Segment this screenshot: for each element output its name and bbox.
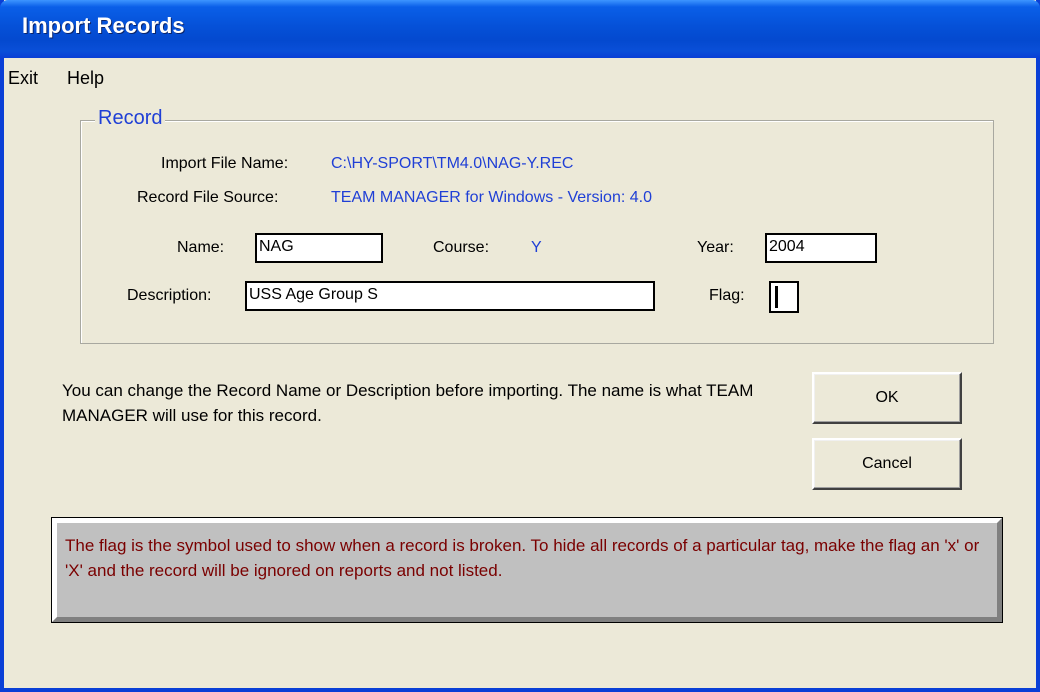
name-label: Name:: [177, 239, 225, 256]
import-file-label: Import File Name:: [161, 155, 289, 172]
menu-help[interactable]: Help: [67, 68, 104, 89]
import-file-value: C:\HY-SPORT\TM4.0\NAG-Y.REC: [331, 155, 574, 172]
title-bar[interactable]: Import Records: [0, 0, 1040, 58]
window-title: Import Records: [22, 13, 185, 38]
record-source-label: Record File Source:: [137, 189, 279, 206]
menu-exit[interactable]: Exit: [8, 68, 38, 89]
description-label: Description:: [127, 287, 212, 304]
ok-button[interactable]: OK: [812, 372, 962, 424]
flag-info-text: The flag is the symbol used to show when…: [65, 536, 980, 580]
name-input[interactable]: NAG: [255, 233, 383, 263]
course-value: Y: [531, 239, 542, 256]
record-group-label: Record: [95, 107, 166, 130]
year-label: Year:: [697, 239, 734, 256]
record-groupbox: Record Import File Name: C:\HY-SPORT\TM4…: [80, 107, 994, 344]
course-label: Course:: [433, 239, 490, 256]
description-input[interactable]: USS Age Group S: [245, 281, 655, 311]
import-records-window: Import Records Exit Help Record Import F…: [0, 0, 1040, 692]
year-input[interactable]: 2004: [765, 233, 877, 263]
flag-input[interactable]: [769, 281, 799, 313]
cancel-button[interactable]: Cancel: [812, 438, 962, 490]
menu-bar: Exit Help: [4, 58, 1036, 98]
import-note: You can change the Record Name or Descri…: [62, 381, 754, 425]
text-caret: [775, 286, 778, 308]
flag-info-panel: The flag is the symbol used to show when…: [51, 517, 1003, 623]
record-source-value: TEAM MANAGER for Windows - Version: 4.0: [331, 189, 652, 206]
flag-label: Flag:: [709, 287, 745, 304]
